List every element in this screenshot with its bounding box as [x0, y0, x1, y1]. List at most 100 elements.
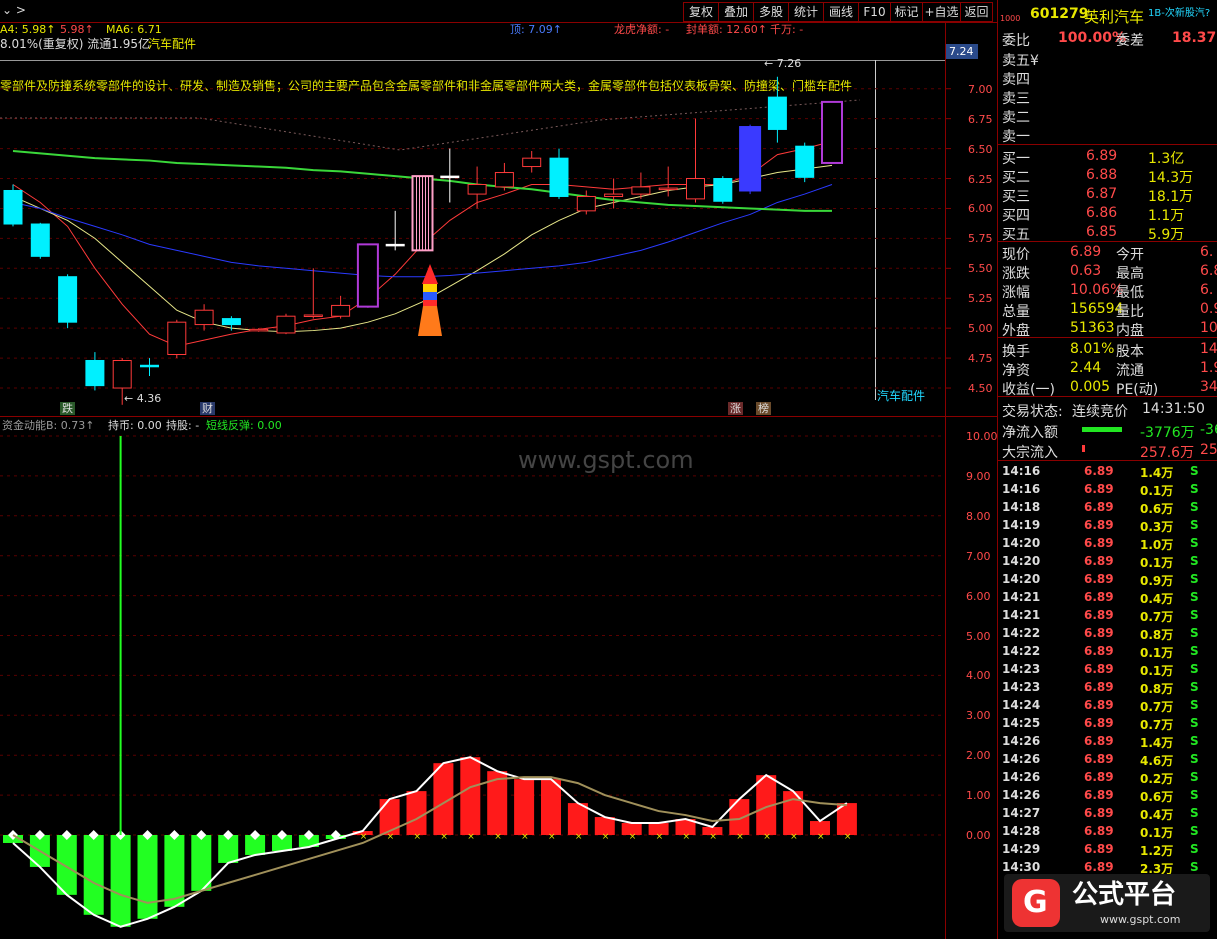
stock-code: 601279	[1030, 6, 1089, 22]
tag-die[interactable]: 跌	[60, 402, 75, 415]
high-price-label: ← 7.26	[764, 57, 802, 70]
high-price-value: 7.26	[776, 57, 802, 70]
candle-body	[467, 184, 487, 195]
buy-row[interactable]: 买二 6.88 14.3万	[1000, 165, 1217, 186]
stock-tag[interactable]: 1B-次新股汽?	[1148, 4, 1210, 19]
indicator-axis-label: 4.00	[966, 669, 991, 683]
tick-row: 14:29 6.89 1.2万 S	[1000, 840, 1217, 858]
candle-body	[303, 314, 323, 317]
current-price-marker: 7.24	[946, 44, 978, 59]
candle-body	[440, 175, 460, 179]
tick-row: 14:16 6.89 1.4万 S	[1000, 462, 1217, 480]
tick-volume: 0.1万	[1140, 664, 1174, 678]
tick-side: S	[1190, 662, 1199, 676]
tick-time: 14:21	[1002, 590, 1041, 604]
tick-time: 14:28	[1002, 824, 1041, 838]
candle-body	[194, 309, 214, 326]
tick-volume: 0.2万	[1140, 772, 1174, 786]
buy-row[interactable]: 买三 6.87 18.1万	[1000, 184, 1217, 205]
tick-time: 14:26	[1002, 788, 1041, 802]
sell-row: 卖二	[1000, 105, 1217, 126]
stat-value: 0.63	[1070, 263, 1102, 279]
price-axis-label: 5.50	[968, 262, 993, 276]
tick-row: 14:23 6.89 0.1万 S	[1000, 660, 1217, 678]
indicator-bar	[514, 779, 535, 835]
stat-value: 51363	[1070, 320, 1115, 336]
tick-volume: 0.7万	[1140, 610, 1174, 624]
buy-price: 6.87	[1086, 186, 1118, 202]
indicator-bar	[83, 835, 104, 915]
tick-volume: 0.3万	[1140, 520, 1174, 534]
tick-row: 14:16 6.89 0.1万 S	[1000, 480, 1217, 498]
tick-row: 14:27 6.89 0.4万 S	[1000, 804, 1217, 822]
logo-g-icon: G	[1012, 879, 1060, 927]
indicator-x-mark: ×	[494, 832, 502, 842]
indicator-bar	[460, 757, 481, 835]
divider	[997, 396, 1217, 397]
candle-body	[85, 359, 105, 387]
tag-cai[interactable]: 财	[200, 402, 215, 415]
stat-row: 外盘51363内盘10523	[1000, 318, 1217, 339]
divider	[997, 337, 1217, 338]
buy-row[interactable]: 买五 6.85 5.9万	[1000, 222, 1217, 243]
indicator-x-mark: ×	[440, 832, 448, 842]
tick-row: 14:21 6.89 0.4万 S	[1000, 588, 1217, 606]
trade-status-label: 交易状态:	[1002, 404, 1063, 420]
candle-body	[631, 186, 651, 195]
stat-row: 涨幅 10.06% 最低 6.	[1000, 280, 1217, 301]
tick-row: 14:22 6.89 0.1万 S	[1000, 642, 1217, 660]
tick-time: 14:21	[1002, 608, 1041, 622]
tag-zhang[interactable]: 涨	[728, 402, 743, 415]
indicator-axis-label: 8.00	[966, 509, 991, 523]
low-price-label: ← 4.36	[124, 392, 162, 405]
stat-row: 换手8.01%股本14.9	[1000, 339, 1217, 360]
candle-body	[713, 178, 733, 202]
tick-price: 6.89	[1084, 770, 1114, 784]
indicator-x-mark: ×	[844, 832, 852, 842]
divider	[997, 241, 1217, 242]
sell-row: 卖五¥	[1000, 48, 1217, 69]
tick-price: 6.89	[1084, 680, 1114, 694]
tick-side: S	[1190, 554, 1199, 568]
quote-prefix: 1000	[1000, 14, 1021, 23]
tick-price: 6.89	[1084, 608, 1114, 622]
indicator-x-mark: ×	[629, 832, 637, 842]
tick-time: 14:16	[1002, 482, 1041, 496]
indicator-bar	[137, 835, 158, 919]
buy-row[interactable]: 买一 6.89 1.3亿	[1000, 146, 1217, 167]
indicator-x-mark: ×	[736, 832, 744, 842]
indicator-bar	[567, 803, 588, 835]
tick-row: 14:26 6.89 4.6万 S	[1000, 750, 1217, 768]
tag-bang[interactable]: 榜	[756, 402, 771, 415]
block-bar	[1082, 445, 1085, 452]
candle-body	[385, 243, 405, 247]
indicator-axis-label: 0.00	[966, 829, 991, 842]
stat-value: 8.01%	[1070, 341, 1115, 357]
block-row: 大宗流入 257.6万 25	[1000, 440, 1217, 461]
tick-side: S	[1190, 464, 1199, 478]
rocket-icon	[418, 264, 442, 336]
tick-price: 6.89	[1084, 788, 1114, 802]
tick-side: S	[1190, 536, 1199, 550]
tick-volume: 0.1万	[1140, 556, 1174, 570]
indicator-bar	[110, 835, 131, 927]
tick-price: 6.89	[1084, 482, 1114, 496]
tick-side: S	[1190, 716, 1199, 730]
candle-body	[221, 318, 241, 326]
tick-time: 14:26	[1002, 770, 1041, 784]
netflow-value: -3776万	[1140, 425, 1195, 441]
chart-canvas: × × × × × × × × × × × × × × × × × × ×	[0, 22, 997, 939]
tick-volume: 0.7万	[1140, 700, 1174, 714]
buy-row[interactable]: 买四 6.86 1.1万	[1000, 203, 1217, 224]
price-axis-label: 6.25	[968, 172, 993, 186]
indicator-x-mark: ×	[414, 832, 422, 842]
candle-body	[522, 157, 542, 168]
tick-row: 14:19 6.89 0.3万 S	[1000, 516, 1217, 534]
candle-body	[767, 96, 787, 130]
indicator-axis-label: 9.00	[966, 469, 991, 483]
tick-price: 6.89	[1084, 572, 1114, 586]
candle-body	[58, 276, 78, 323]
tick-price: 6.89	[1084, 590, 1114, 604]
tick-price: 6.89	[1084, 698, 1114, 712]
tick-row: 14:23 6.89 0.8万 S	[1000, 678, 1217, 696]
